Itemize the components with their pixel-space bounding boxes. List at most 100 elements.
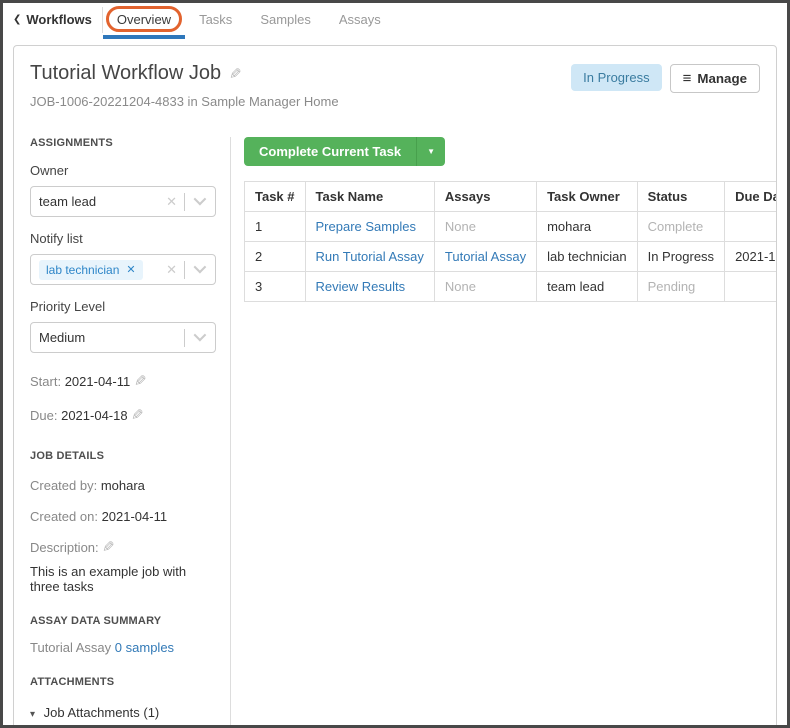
complete-task-split-button: Complete Current Task ▼: [244, 137, 445, 166]
task-assay-link[interactable]: Tutorial Assay: [445, 249, 526, 264]
notify-list-label: Notify list: [30, 231, 216, 246]
notify-list-select[interactable]: lab technician ✕ ✕: [30, 254, 216, 285]
task-num: 1: [245, 212, 306, 242]
chevron-down-icon[interactable]: [194, 192, 207, 205]
tab-overview[interactable]: Overview: [103, 3, 185, 39]
attachments-heading: ATTACHMENTS: [30, 676, 216, 688]
task-num: 2: [245, 242, 306, 272]
start-date-value: 2021-04-11: [65, 374, 131, 389]
edit-due-date-pencil-icon[interactable]: ✎: [131, 406, 144, 424]
assay-summary-heading: ASSAY DATA SUMMARY: [30, 615, 216, 627]
due-date-value: 2021-04-18: [61, 408, 128, 423]
table-row: 1 Prepare Samples None mohara Complete: [245, 212, 778, 242]
task-due-date: [725, 272, 777, 302]
header-actions: In Progress ≡ Manage: [571, 62, 760, 93]
tasks-main: Complete Current Task ▼ Task # Task Name: [231, 137, 777, 728]
description-line: Description: ✎: [30, 538, 216, 556]
created-on-line: Created on: 2021-04-11: [30, 509, 216, 524]
edit-start-date-pencil-icon[interactable]: ✎: [134, 372, 147, 390]
job-sidebar: ASSIGNMENTS Owner team lead ✕ Notify lis…: [30, 137, 231, 728]
job-id-subtitle: JOB-1006-20221204-4833 in Sample Manager…: [30, 94, 339, 109]
owner-select-value: team lead: [39, 194, 159, 209]
select-divider: [184, 193, 185, 211]
title-block: Tutorial Workflow Job ✎ JOB-1006-2022120…: [30, 62, 339, 109]
panel-header: Tutorial Workflow Job ✎ JOB-1006-2022120…: [30, 62, 760, 109]
task-name-link[interactable]: Review Results: [316, 279, 406, 294]
tab-tasks[interactable]: Tasks: [185, 3, 246, 39]
assay-summary-line: Tutorial Assay 0 samples: [30, 640, 216, 655]
col-header-due-date: Due Date: [725, 182, 777, 212]
collapse-triangle-icon: ▾: [30, 709, 35, 720]
due-date-label: Due:: [30, 408, 57, 423]
select-divider: [184, 329, 185, 347]
table-row: 2 Run Tutorial Assay Tutorial Assay lab …: [245, 242, 778, 272]
complete-current-task-button[interactable]: Complete Current Task: [244, 137, 416, 166]
task-assays: None: [434, 212, 536, 242]
task-name-link[interactable]: Run Tutorial Assay: [316, 249, 424, 264]
tab-assays[interactable]: Assays: [325, 3, 395, 39]
notify-tag-label: lab technician: [46, 263, 119, 277]
back-link-label: Workflows: [26, 12, 92, 27]
assignments-heading: ASSIGNMENTS: [30, 137, 216, 149]
samples-count-link[interactable]: 0 samples: [115, 640, 174, 655]
task-status: Complete: [637, 212, 724, 242]
tab-samples[interactable]: Samples: [246, 3, 325, 39]
app-window: ❮ Workflows Overview Tasks Samples Assay…: [0, 0, 790, 728]
due-date-line: Due: 2021-04-18 ✎: [30, 406, 216, 424]
owner-select[interactable]: team lead ✕: [30, 186, 216, 217]
col-header-assays: Assays: [434, 182, 536, 212]
task-name-link[interactable]: Prepare Samples: [316, 219, 416, 234]
owner-clear-icon[interactable]: ✕: [159, 194, 184, 210]
chevron-left-icon: ❮: [13, 14, 21, 25]
job-attachments-label: Job Attachments (1): [44, 705, 160, 720]
created-by-label: Created by:: [30, 478, 97, 493]
page-title: Tutorial Workflow Job: [30, 62, 221, 85]
created-by-value: mohara: [101, 478, 145, 493]
top-nav: ❮ Workflows Overview Tasks Samples Assay…: [3, 3, 787, 39]
created-by-line: Created by: mohara: [30, 478, 216, 493]
tasks-table-header-row: Task # Task Name Assays Task Owner Statu…: [245, 182, 778, 212]
job-attachments-toggle[interactable]: ▾ Job Attachments (1): [30, 705, 216, 720]
assay-name: Tutorial Assay: [30, 640, 111, 655]
notify-clear-icon[interactable]: ✕: [159, 262, 184, 278]
tab-overview-label: Overview: [117, 12, 171, 27]
task-owner: mohara: [537, 212, 638, 242]
status-badge: In Progress: [571, 64, 661, 91]
col-header-task-num: Task #: [245, 182, 306, 212]
col-header-task-owner: Task Owner: [537, 182, 638, 212]
task-status: Pending: [637, 272, 724, 302]
edit-description-pencil-icon[interactable]: ✎: [102, 538, 115, 556]
task-owner: team lead: [537, 272, 638, 302]
select-divider: [184, 261, 185, 279]
task-owner: lab technician: [537, 242, 638, 272]
priority-select[interactable]: Medium: [30, 322, 216, 353]
task-num: 3: [245, 272, 306, 302]
back-link-workflows[interactable]: ❮ Workflows: [11, 3, 102, 39]
description-label: Description:: [30, 540, 99, 555]
description-text: This is an example job with three tasks: [30, 564, 216, 594]
notify-tag-remove-icon[interactable]: ✕: [126, 263, 135, 276]
job-details-heading: JOB DETAILS: [30, 450, 216, 462]
job-overview-panel: Tutorial Workflow Job ✎ JOB-1006-2022120…: [13, 45, 777, 728]
manage-button-label: Manage: [697, 71, 747, 86]
manage-button[interactable]: ≡ Manage: [670, 64, 760, 93]
task-due-date: [725, 212, 777, 242]
tasks-table: Task # Task Name Assays Task Owner Statu…: [244, 181, 777, 302]
chevron-down-icon[interactable]: [194, 328, 207, 341]
task-assays: None: [434, 272, 536, 302]
chevron-down-icon[interactable]: [194, 260, 207, 273]
task-status: In Progress: [637, 242, 724, 272]
complete-task-dropdown-toggle[interactable]: ▼: [416, 137, 445, 166]
created-on-value: 2021-04-11: [102, 509, 168, 524]
col-header-status: Status: [637, 182, 724, 212]
priority-select-value: Medium: [39, 330, 184, 345]
table-row: 3 Review Results None team lead Pending: [245, 272, 778, 302]
col-header-task-name: Task Name: [305, 182, 434, 212]
owner-label: Owner: [30, 163, 216, 178]
start-date-line: Start: 2021-04-11 ✎: [30, 372, 216, 390]
created-on-label: Created on:: [30, 509, 98, 524]
priority-label: Priority Level: [30, 299, 216, 314]
hamburger-icon: ≡: [683, 70, 692, 87]
caret-down-icon: ▼: [427, 147, 435, 156]
edit-title-pencil-icon[interactable]: ✎: [229, 65, 242, 83]
